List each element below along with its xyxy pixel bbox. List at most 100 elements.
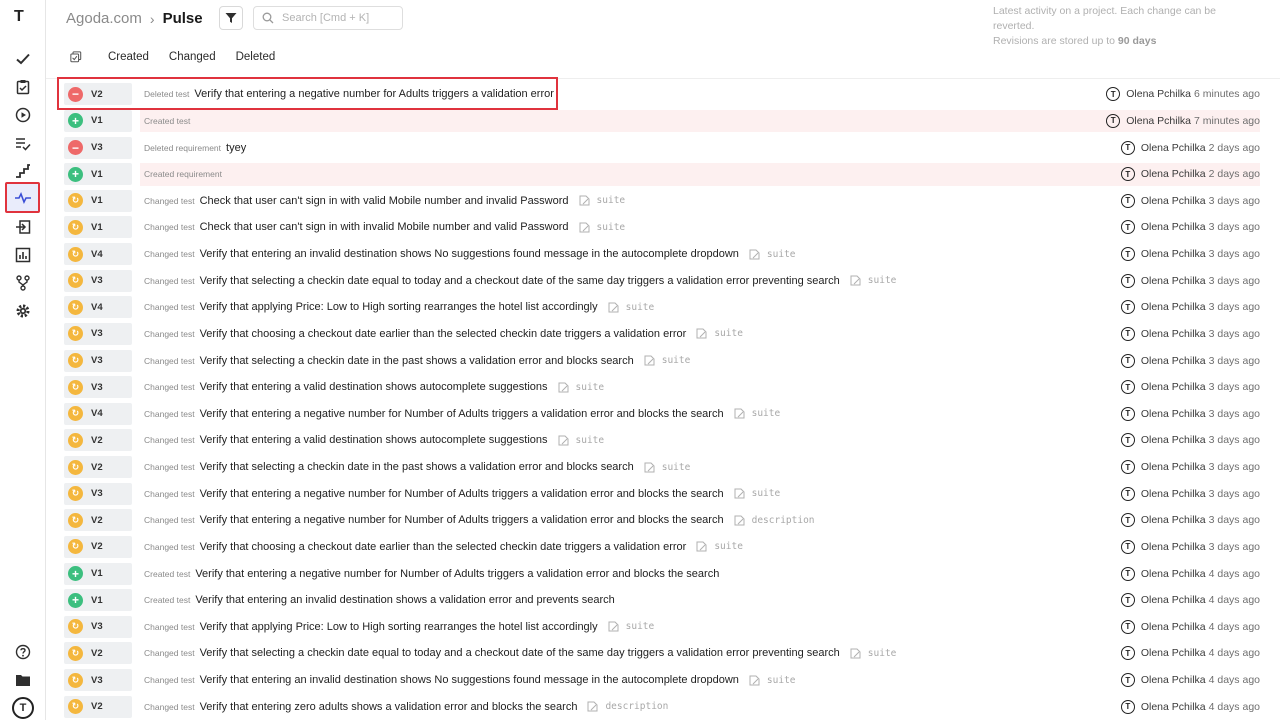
item-title[interactable]: Verify that entering a negative number f… — [200, 488, 724, 500]
item-title[interactable]: Verify that selecting a checkin date equ… — [200, 647, 840, 659]
item-title[interactable]: Verify that applying Price: Low to High … — [200, 301, 598, 313]
tab-changed[interactable]: Changed — [169, 51, 216, 63]
activity-row[interactable]: ↻ V3 Changed test Verify that applying Pric… — [64, 614, 1260, 641]
item-title[interactable]: Verify that selecting a checkin date equ… — [200, 275, 840, 287]
branch-icon[interactable] — [11, 271, 35, 295]
version-label[interactable]: V1 — [91, 115, 103, 126]
tab-deleted[interactable]: Deleted — [236, 51, 276, 63]
item-title[interactable]: Check that user can't sign in with inval… — [200, 221, 569, 233]
item-title[interactable]: Verify that entering a negative number f… — [194, 88, 554, 100]
item-title[interactable]: Verify that entering zero adults shows a… — [200, 701, 578, 713]
activity-row[interactable]: + V1 Created test T Olena Pchilka 7 minutes a… — [64, 108, 1260, 135]
activity-row[interactable]: + V1 Created test Verify that entering an i… — [64, 587, 1260, 614]
pulse-icon[interactable] — [5, 182, 40, 213]
activity-row[interactable]: ↻ V3 Changed test Verify that choosing a ch… — [64, 321, 1260, 348]
timestamp: 3 days ago — [1208, 487, 1260, 500]
item-title[interactable]: Verify that entering a valid destination… — [200, 434, 548, 446]
version-label[interactable]: V2 — [91, 89, 103, 100]
check-icon[interactable] — [11, 47, 35, 71]
steps-icon[interactable] — [11, 159, 35, 183]
help-icon[interactable] — [11, 640, 35, 664]
app-logo[interactable]: T — [14, 8, 24, 26]
activity-row[interactable]: ↻ V2 Changed test Verify that choosing a ch… — [64, 534, 1260, 561]
version-label[interactable]: V3 — [91, 621, 103, 632]
version-label[interactable]: V1 — [91, 195, 103, 206]
item-title[interactable]: Verify that entering a negative number f… — [195, 568, 719, 580]
select-all-icon[interactable] — [70, 50, 84, 64]
item-title[interactable]: Verify that entering an invalid destinat… — [200, 674, 739, 686]
activity-row[interactable]: + V1 Created requirement T Olena Pchilka 2 da… — [64, 161, 1260, 188]
activity-row[interactable]: ↻ V2 Changed test Verify that entering zero… — [64, 693, 1260, 720]
activity-row[interactable]: ↻ V3 Changed test Verify that entering a ne… — [64, 480, 1260, 507]
user-avatar-icon: T — [1120, 433, 1135, 448]
item-title[interactable]: Verify that entering a negative number f… — [200, 408, 724, 420]
action-label: Deleted test — [144, 89, 190, 100]
chart-icon[interactable] — [11, 243, 35, 267]
activity-row[interactable]: ↻ V3 Changed test Verify that selecting a c… — [64, 347, 1260, 374]
item-title[interactable]: Verify that choosing a checkout date ear… — [200, 541, 687, 553]
activity-row[interactable]: − V2 Deleted test Verify that entering a ne… — [64, 81, 1260, 108]
version-label[interactable]: V3 — [91, 328, 103, 339]
version-label[interactable]: V3 — [91, 275, 103, 286]
activity-row[interactable]: ↻ V4 Changed test Verify that entering a ne… — [64, 401, 1260, 428]
version-label[interactable]: V1 — [91, 568, 103, 579]
version-label[interactable]: V1 — [91, 595, 103, 606]
version-label[interactable]: V4 — [91, 408, 103, 419]
activity-row[interactable]: ↻ V3 Changed test Verify that entering an i… — [64, 667, 1260, 694]
clipboard-check-icon[interactable] — [11, 75, 35, 99]
item-title[interactable]: Verify that entering a valid destination… — [200, 381, 548, 393]
list-check-icon[interactable] — [11, 131, 35, 155]
search-input[interactable] — [282, 12, 392, 24]
version-label[interactable]: V2 — [91, 701, 103, 712]
activity-row[interactable]: + V1 Created test Verify that entering a ne… — [64, 560, 1260, 587]
item-title[interactable]: Verify that entering a negative number f… — [200, 514, 724, 526]
activity-row[interactable]: ↻ V2 Changed test Verify that selecting a c… — [64, 454, 1260, 481]
item-title[interactable]: Verify that applying Price: Low to High … — [200, 621, 598, 633]
activity-row[interactable]: ↻ V3 Changed test Verify that entering a va… — [64, 374, 1260, 401]
item-title[interactable]: tyey — [226, 142, 246, 154]
version-label[interactable]: V3 — [91, 142, 103, 153]
item-title[interactable]: Verify that selecting a checkin date in … — [200, 355, 634, 367]
tab-created[interactable]: Created — [108, 51, 149, 63]
version-label[interactable]: V2 — [91, 515, 103, 526]
breadcrumb-org[interactable]: Agoda.com — [66, 10, 142, 27]
item-title[interactable]: Check that user can't sign in with valid… — [200, 195, 569, 207]
activity-row[interactable]: ↻ V4 Changed test Verify that entering an i… — [64, 241, 1260, 268]
item-title[interactable]: Verify that choosing a checkout date ear… — [200, 328, 687, 340]
activity-row[interactable]: ↻ V2 Changed test Verify that selecting a c… — [64, 640, 1260, 667]
version-label[interactable]: V2 — [91, 541, 103, 552]
field-name: suite — [714, 328, 743, 340]
item-title[interactable]: Verify that entering an invalid destinat… — [195, 594, 614, 606]
changed-field: suite — [734, 408, 780, 419]
version-label[interactable]: V1 — [91, 169, 103, 180]
activity-row[interactable]: − V3 Deleted requirement tyey T Olena Pchilka… — [64, 134, 1260, 161]
version-label[interactable]: V2 — [91, 462, 103, 473]
version-label[interactable]: V3 — [91, 355, 103, 366]
timestamp: 3 days ago — [1208, 514, 1260, 527]
activity-row[interactable]: ↻ V3 Changed test Verify that selecting a c… — [64, 267, 1260, 294]
activity-row[interactable]: ↻ V2 Changed test Verify that entering a va… — [64, 427, 1260, 454]
import-icon[interactable] — [11, 215, 35, 239]
filter-button[interactable] — [219, 6, 243, 30]
version-label[interactable]: V4 — [91, 302, 103, 313]
user-avatar[interactable]: T — [12, 697, 34, 719]
gear-icon[interactable] — [11, 299, 35, 323]
activity-row[interactable]: ↻ V4 Changed test Verify that applying Pric… — [64, 294, 1260, 321]
activity-row[interactable]: ↻ V1 Changed test Check that user can't sig… — [64, 188, 1260, 215]
folder-icon[interactable] — [11, 668, 35, 692]
item-title[interactable]: Verify that entering an invalid destinat… — [200, 248, 739, 260]
search-box[interactable] — [253, 6, 403, 30]
version-label[interactable]: V1 — [91, 222, 103, 233]
activity-row[interactable]: ↻ V2 Changed test Verify that entering a ne… — [64, 507, 1260, 534]
version-label[interactable]: V3 — [91, 488, 103, 499]
play-circle-icon[interactable] — [11, 103, 35, 127]
version-label[interactable]: V2 — [91, 435, 103, 446]
activity-row[interactable]: ↻ V1 Changed test Check that user can't sig… — [64, 214, 1260, 241]
version-label[interactable]: V4 — [91, 249, 103, 260]
version-label[interactable]: V3 — [91, 382, 103, 393]
row-content: Deleted test Verify that entering a negat… — [140, 83, 1260, 106]
version-label[interactable]: V2 — [91, 648, 103, 659]
version-label[interactable]: V3 — [91, 675, 103, 686]
version-cell: ↻ V3 — [64, 376, 132, 399]
item-title[interactable]: Verify that selecting a checkin date in … — [200, 461, 634, 473]
